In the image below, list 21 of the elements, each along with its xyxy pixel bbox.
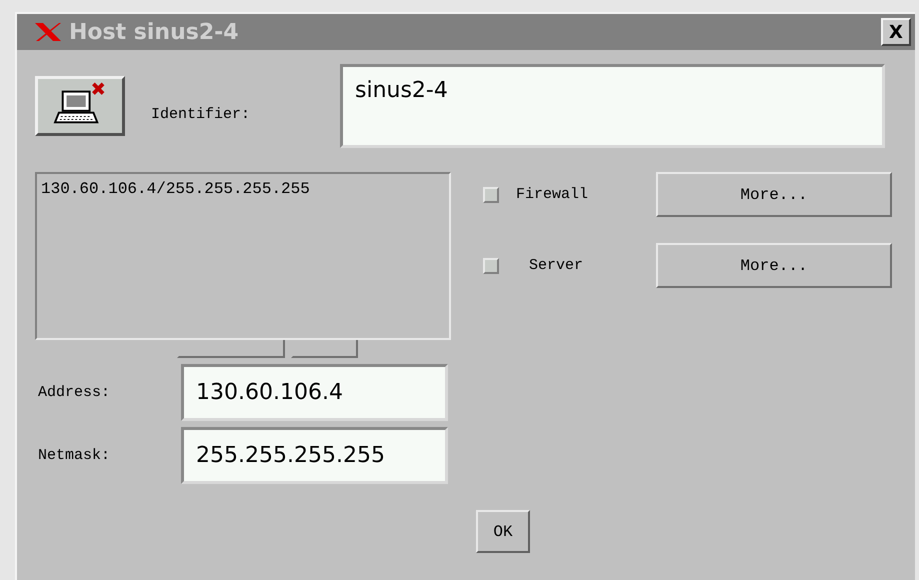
host-icon-button[interactable] bbox=[35, 76, 125, 136]
x-logo-icon bbox=[33, 21, 63, 43]
checkbox[interactable] bbox=[483, 258, 499, 274]
netmask-field[interactable]: 255.255.255.255 bbox=[181, 427, 448, 484]
more-button[interactable]: More... bbox=[656, 172, 892, 217]
netmask-label: Netmask: bbox=[37, 447, 112, 464]
window-title: Host sinus2-4 bbox=[69, 20, 239, 44]
option-label: Firewall bbox=[515, 186, 590, 203]
address-list[interactable]: 130.60.106.4/255.255.255.255 bbox=[35, 172, 451, 340]
address-label: Address: bbox=[37, 384, 112, 401]
identifier-label: Identifier: bbox=[151, 106, 252, 123]
more-button[interactable]: More... bbox=[656, 243, 892, 288]
checkbox[interactable] bbox=[483, 186, 499, 202]
ok-button[interactable]: OK bbox=[476, 510, 530, 553]
close-button[interactable]: X bbox=[881, 18, 911, 46]
list-item[interactable]: 130.60.106.4/255.255.255.255 bbox=[41, 180, 445, 198]
blank-button[interactable] bbox=[291, 340, 358, 358]
address-field[interactable]: 130.60.106.4 bbox=[181, 364, 448, 421]
option-label: Server bbox=[528, 257, 584, 274]
blank-button[interactable] bbox=[177, 340, 285, 358]
identifier-field[interactable]: sinus2-4 bbox=[340, 64, 885, 148]
